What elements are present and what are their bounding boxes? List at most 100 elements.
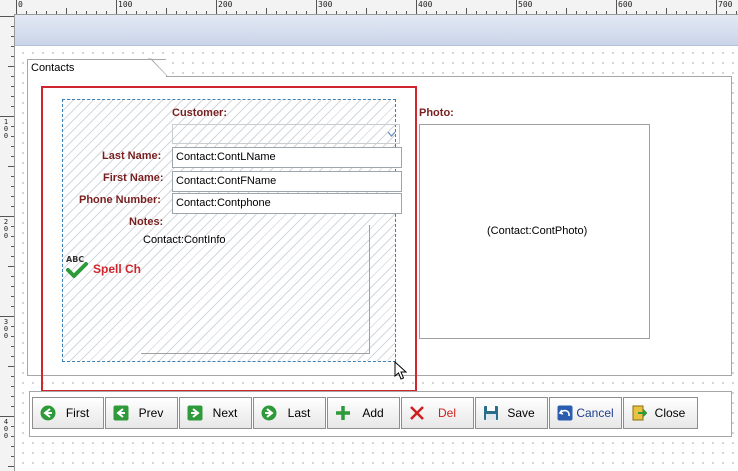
ruler-tick — [0, 216, 14, 217]
ruler-tick — [76, 11, 77, 14]
ruler-tick — [11, 206, 14, 207]
ruler-tick — [546, 11, 547, 14]
ruler-tick — [186, 11, 187, 14]
first-button[interactable]: First — [32, 397, 104, 429]
ruler-tick — [26, 11, 27, 14]
ruler-tick — [11, 56, 14, 57]
ruler-tick — [66, 8, 67, 14]
window-caption-band — [15, 15, 738, 46]
ruler-label: 600 — [618, 0, 633, 9]
ruler-tick — [306, 11, 307, 14]
ruler-tick — [536, 11, 537, 14]
ruler-tick — [16, 0, 17, 14]
ruler-tick — [686, 11, 687, 14]
ruler-tick — [11, 76, 14, 77]
ruler-tick — [11, 456, 14, 457]
ruler-tick — [206, 11, 207, 14]
ruler-tick — [11, 126, 14, 127]
cancel-button[interactable]: Cancel — [549, 397, 622, 429]
ruler-tick — [146, 11, 147, 14]
ruler-tick — [106, 11, 107, 14]
last-button[interactable]: Last — [253, 397, 326, 429]
ruler-label: 100 — [118, 0, 133, 9]
ruler-tick — [11, 46, 14, 47]
prev-button-label: Prev — [138, 406, 164, 420]
delete-button[interactable]: Del — [401, 397, 474, 429]
ruler-tick — [11, 276, 14, 277]
ruler-tick — [11, 406, 14, 407]
ruler-tick — [136, 11, 137, 14]
arrow-right-circle-icon — [261, 405, 277, 421]
first-button-label: First — [65, 406, 90, 420]
ruler-tick — [11, 86, 14, 87]
ruler-tick — [8, 366, 14, 367]
ruler-tick — [616, 0, 617, 14]
close-button-label: Close — [654, 406, 686, 420]
ruler-tick — [116, 0, 117, 14]
ruler-tick — [156, 11, 157, 14]
ruler-tick — [326, 11, 327, 14]
close-button[interactable]: Close — [623, 397, 698, 429]
floppy-disk-icon — [484, 406, 498, 420]
tab-label: Contacts — [31, 62, 75, 74]
mouse-cursor-icon — [394, 361, 408, 380]
next-button[interactable]: Next — [179, 397, 252, 429]
ruler-tick — [256, 11, 257, 14]
ruler-tick — [736, 11, 737, 14]
ruler-tick — [266, 8, 267, 14]
ruler-tick — [426, 11, 427, 14]
arrow-left-square-icon — [113, 405, 129, 421]
ruler-tick — [606, 11, 607, 14]
ruler-label: 3 0 0 — [3, 318, 9, 340]
ruler-tick — [11, 36, 14, 37]
plus-icon — [336, 406, 350, 420]
ruler-label: 400 — [418, 0, 433, 9]
ruler-tick — [506, 11, 507, 14]
ruler-tick — [11, 436, 14, 437]
save-button-label: Save — [507, 406, 535, 420]
ruler-tick — [8, 466, 14, 467]
ruler-tick — [356, 11, 357, 14]
ruler-tick — [726, 11, 727, 14]
ruler-tick — [8, 66, 14, 67]
ruler-tick — [11, 226, 14, 227]
ruler-tick — [11, 356, 14, 357]
ruler-tick — [46, 11, 47, 14]
ruler-tick — [11, 136, 14, 137]
ruler-tick — [706, 11, 707, 14]
ruler-tick — [11, 26, 14, 27]
ruler-tick — [11, 156, 14, 157]
ruler-tick — [11, 176, 14, 177]
ruler-tick — [86, 11, 87, 14]
arrow-right-square-icon — [187, 405, 203, 421]
ruler-tick — [526, 11, 527, 14]
ruler-tick — [11, 186, 14, 187]
ruler-tick — [346, 11, 347, 14]
ruler-tick — [236, 11, 237, 14]
prev-button[interactable]: Prev — [105, 397, 178, 429]
save-button[interactable]: Save — [475, 397, 548, 429]
ruler-tick — [316, 0, 317, 14]
undo-icon — [557, 405, 573, 421]
tab-edge — [148, 58, 168, 78]
ruler-tick — [336, 11, 337, 14]
ruler-tick — [456, 11, 457, 14]
horizontal-ruler: 0 100 200 300 400 500 600 700 — [0, 0, 738, 15]
ruler-tick — [406, 11, 407, 14]
ruler-tick — [486, 11, 487, 14]
ruler-tick — [0, 16, 14, 17]
ruler-tick — [386, 11, 387, 14]
ruler-tick — [11, 336, 14, 337]
cancel-button-label: Cancel — [576, 406, 614, 420]
ruler-tick — [696, 11, 697, 14]
ruler-tick — [166, 8, 167, 14]
ruler-tick — [246, 11, 247, 14]
ruler-tick — [216, 0, 217, 14]
ruler-tick — [0, 416, 14, 417]
ruler-tick — [586, 11, 587, 14]
ruler-tick — [11, 236, 14, 237]
arrow-left-circle-icon — [40, 405, 56, 421]
add-button[interactable]: Add — [327, 397, 400, 429]
add-button-label: Add — [362, 406, 384, 420]
ruler-tick — [626, 11, 627, 14]
